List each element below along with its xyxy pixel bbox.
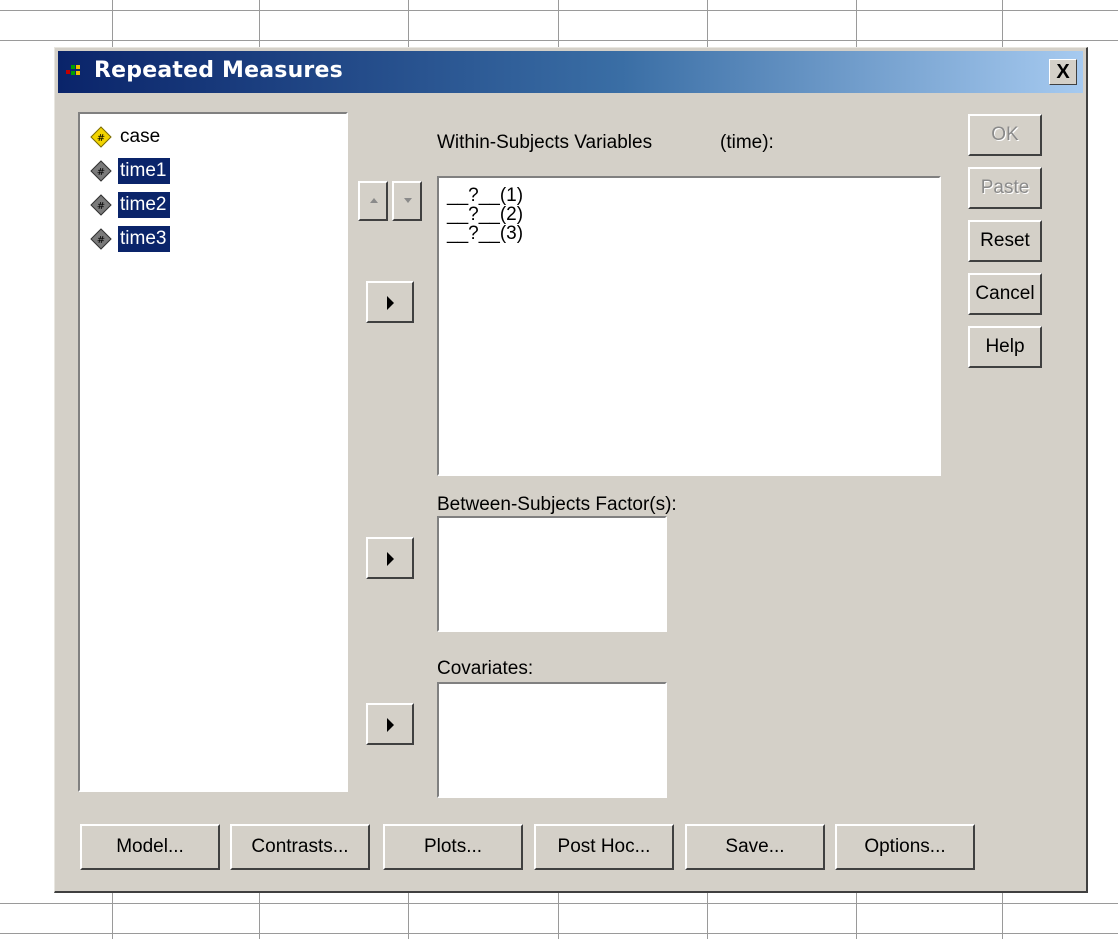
scale-variable-icon: # [90, 228, 112, 250]
arrow-right-icon [387, 718, 394, 732]
contrasts-button[interactable]: Contrasts... [230, 824, 370, 870]
move-to-within-button[interactable] [366, 281, 414, 323]
covariates-label: Covariates: [437, 658, 534, 679]
arrow-right-icon [387, 552, 394, 566]
within-subjects-list[interactable]: __?__(1) __?__(2) __?__(3) [437, 176, 941, 476]
between-subjects-list[interactable] [437, 516, 667, 632]
move-to-covariates-button[interactable] [366, 703, 414, 745]
options-button[interactable]: Options... [835, 824, 975, 870]
close-button[interactable]: X [1049, 59, 1077, 85]
within-item[interactable]: __?__(3) [447, 224, 523, 243]
within-subjects-label: Within-Subjects Variables [437, 132, 653, 153]
save-button[interactable]: Save... [685, 824, 825, 870]
post-hoc-button[interactable]: Post Hoc... [534, 824, 674, 870]
within-factor-label: (time): [720, 132, 774, 153]
within-item[interactable]: __?__(2) [447, 205, 523, 224]
arrow-down-icon [404, 198, 412, 203]
between-subjects-label: Between-Subjects Factor(s): [437, 494, 677, 515]
arrow-up-icon [370, 198, 378, 203]
scale-variable-icon: # [90, 126, 112, 148]
reset-button[interactable]: Reset [968, 220, 1042, 262]
move-up-button[interactable] [358, 181, 388, 221]
svg-text:#: # [97, 167, 105, 178]
move-down-button[interactable] [392, 181, 422, 221]
variable-label: case [120, 126, 161, 147]
within-item[interactable]: __?__(1) [447, 186, 523, 205]
model-button[interactable]: Model... [80, 824, 220, 870]
help-button[interactable]: Help [968, 326, 1042, 368]
variable-label: time3 [118, 226, 171, 252]
variable-label: time1 [118, 158, 171, 184]
svg-text:#: # [97, 201, 105, 212]
covariates-list[interactable] [437, 682, 667, 798]
title-bar[interactable]: Repeated Measures X [58, 51, 1083, 93]
plots-button[interactable]: Plots... [383, 824, 523, 870]
cancel-button[interactable]: Cancel [968, 273, 1042, 315]
repeated-measures-dialog: Repeated Measures X # case # time1 # tim… [54, 47, 1088, 893]
scale-variable-icon: # [90, 160, 112, 182]
move-to-between-button[interactable] [366, 537, 414, 579]
spss-app-icon [66, 65, 80, 75]
arrow-right-icon [387, 296, 394, 310]
svg-text:#: # [97, 133, 105, 144]
svg-text:#: # [97, 235, 105, 246]
scale-variable-icon: # [90, 194, 112, 216]
paste-button[interactable]: Paste [968, 167, 1042, 209]
source-variable-list[interactable]: # case # time1 # time2 # time3 [78, 112, 348, 792]
ok-button[interactable]: OK [968, 114, 1042, 156]
variable-label: time2 [118, 192, 171, 218]
dialog-title: Repeated Measures [94, 58, 343, 83]
